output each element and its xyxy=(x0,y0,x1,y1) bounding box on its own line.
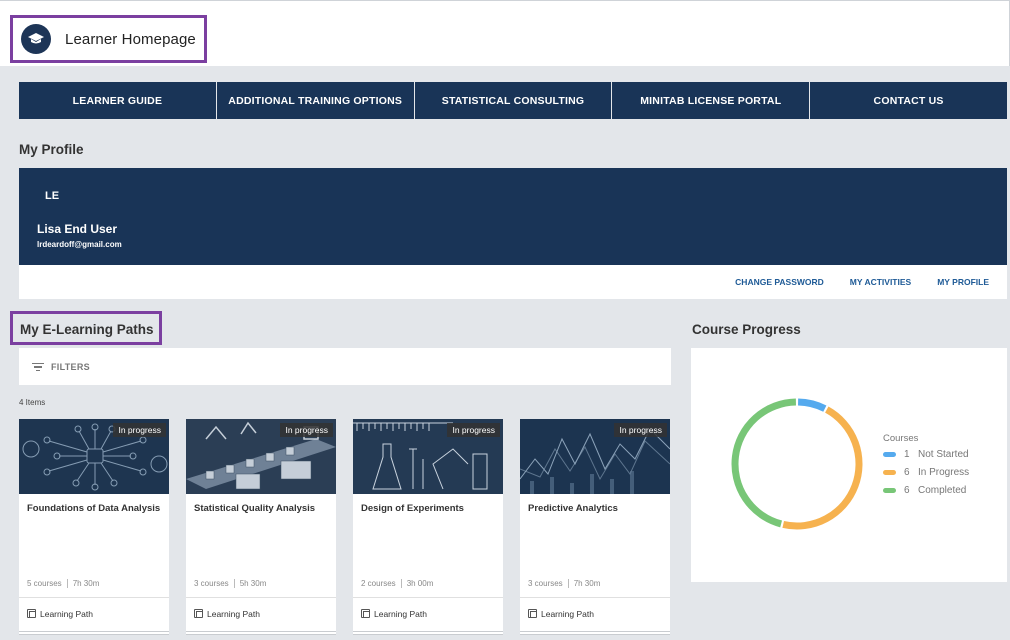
legend-item: 1 Not Started xyxy=(883,445,969,463)
avatar-initials: LE xyxy=(45,190,60,202)
paths-section-title: My E-Learning Paths xyxy=(20,322,154,337)
path-meta: 2 courses 3h 00m xyxy=(361,579,434,589)
path-duration: 5h 30m xyxy=(239,579,267,588)
learning-path-icon xyxy=(528,609,537,618)
status-badge: In progress xyxy=(280,423,333,437)
course-count: 3 courses xyxy=(528,579,563,588)
status-badge: In progress xyxy=(614,423,667,437)
legend-label: Completed xyxy=(918,484,967,496)
course-progress-card: Courses 1 Not Started 6 In Progress 6 Co… xyxy=(691,348,1007,582)
path-card[interactable]: In progress Statistical Quality Analysis… xyxy=(186,419,336,629)
path-type: Learning Path xyxy=(207,608,260,619)
donut-segment-completed[interactable] xyxy=(731,398,796,528)
legend-count: 6 xyxy=(904,484,910,496)
nav-minitab-license-portal[interactable]: MINITAB LICENSE PORTAL xyxy=(612,82,811,119)
path-type: Learning Path xyxy=(374,608,427,619)
path-footer: Learning Path xyxy=(19,597,169,629)
learning-path-icon xyxy=(361,609,370,618)
path-card[interactable]: In progress Foundations of Data Analysis… xyxy=(19,419,169,629)
path-footer: Learning Path xyxy=(353,597,503,629)
filters-label: FILTERS xyxy=(51,361,90,372)
legend-title: Courses xyxy=(883,433,919,444)
legend-swatch xyxy=(883,487,896,493)
app-title: Learner Homepage xyxy=(65,30,196,48)
status-badge: In progress xyxy=(113,423,166,437)
path-thumbnail: In progress xyxy=(19,419,169,494)
nav-learner-guide[interactable]: LEARNER GUIDE xyxy=(19,82,217,119)
legend-label: In Progress xyxy=(918,466,970,478)
learning-path-icon xyxy=(194,609,203,618)
path-type: Learning Path xyxy=(541,608,594,619)
path-meta: 3 courses 7h 30m xyxy=(528,579,601,589)
profile-banner: LE Lisa End User lrdeardoff@gmail.com xyxy=(19,168,1007,265)
progress-legend: Courses 1 Not Started 6 In Progress 6 Co… xyxy=(883,433,969,499)
change-password-link[interactable]: CHANGE PASSWORD xyxy=(735,277,824,287)
path-duration: 7h 30m xyxy=(573,579,601,588)
top-bar: Learner Homepage xyxy=(0,0,1010,66)
path-meta: 3 courses 5h 30m xyxy=(194,579,267,589)
legend-count: 1 xyxy=(904,448,910,460)
my-profile-link[interactable]: MY PROFILE xyxy=(937,277,989,287)
filters-button[interactable]: FILTERS xyxy=(19,348,671,385)
legend-item: 6 Completed xyxy=(883,481,969,499)
path-duration: 3h 00m xyxy=(406,579,434,588)
path-type: Learning Path xyxy=(40,608,93,619)
graduation-cap-icon xyxy=(21,24,51,54)
path-footer: Learning Path xyxy=(520,597,670,629)
my-activities-link[interactable]: MY ACTIVITIES xyxy=(850,277,911,287)
filter-icon xyxy=(31,362,45,372)
course-progress-donut xyxy=(731,398,863,530)
course-count: 2 courses xyxy=(361,579,396,588)
path-footer: Learning Path xyxy=(186,597,336,629)
legend-swatch xyxy=(883,469,896,475)
course-count: 3 courses xyxy=(194,579,229,588)
legend-swatch xyxy=(883,451,896,457)
path-title: Design of Experiments xyxy=(361,503,464,514)
profile-links: CHANGE PASSWORD MY ACTIVITIES MY PROFILE xyxy=(735,277,989,287)
legend-count: 6 xyxy=(904,466,910,478)
path-thumbnail: In progress xyxy=(186,419,336,494)
brand[interactable]: Learner Homepage xyxy=(10,15,207,63)
path-meta: 5 courses 7h 30m xyxy=(27,579,100,589)
learning-path-icon xyxy=(27,609,36,618)
user-name: Lisa End User xyxy=(37,222,118,236)
course-count: 5 courses xyxy=(27,579,62,588)
path-title: Statistical Quality Analysis xyxy=(194,503,316,514)
path-title: Predictive Analytics xyxy=(528,503,618,514)
nav-additional-training-options[interactable]: ADDITIONAL TRAINING OPTIONS xyxy=(217,82,415,119)
main-nav: LEARNER GUIDE ADDITIONAL TRAINING OPTION… xyxy=(19,82,1007,119)
profile-card: LE Lisa End User lrdeardoff@gmail.com CH… xyxy=(19,168,1007,299)
profile-section-title: My Profile xyxy=(19,142,84,157)
path-duration: 7h 30m xyxy=(72,579,100,588)
path-thumbnail: In progress xyxy=(520,419,670,494)
item-count: 4 Items xyxy=(19,398,46,407)
legend-item: 6 In Progress xyxy=(883,463,969,481)
path-thumbnail: In progress xyxy=(353,419,503,494)
course-progress-title: Course Progress xyxy=(692,322,801,337)
legend-label: Not Started xyxy=(918,448,969,460)
user-email: lrdeardoff@gmail.com xyxy=(37,240,122,249)
nav-statistical-consulting[interactable]: STATISTICAL CONSULTING xyxy=(415,82,613,119)
donut-segment-not-started[interactable] xyxy=(797,398,827,412)
paths-title-highlight: My E-Learning Paths xyxy=(10,311,162,345)
path-title: Foundations of Data Analysis xyxy=(27,503,161,514)
path-card[interactable]: In progress Design of Experiments 2 cour… xyxy=(353,419,503,629)
donut-segment-in-progress[interactable] xyxy=(782,406,863,530)
nav-contact-us[interactable]: CONTACT US xyxy=(810,82,1007,119)
status-badge: In progress xyxy=(447,423,500,437)
path-card[interactable]: In progress Predictive Analytics 3 cours… xyxy=(520,419,670,629)
